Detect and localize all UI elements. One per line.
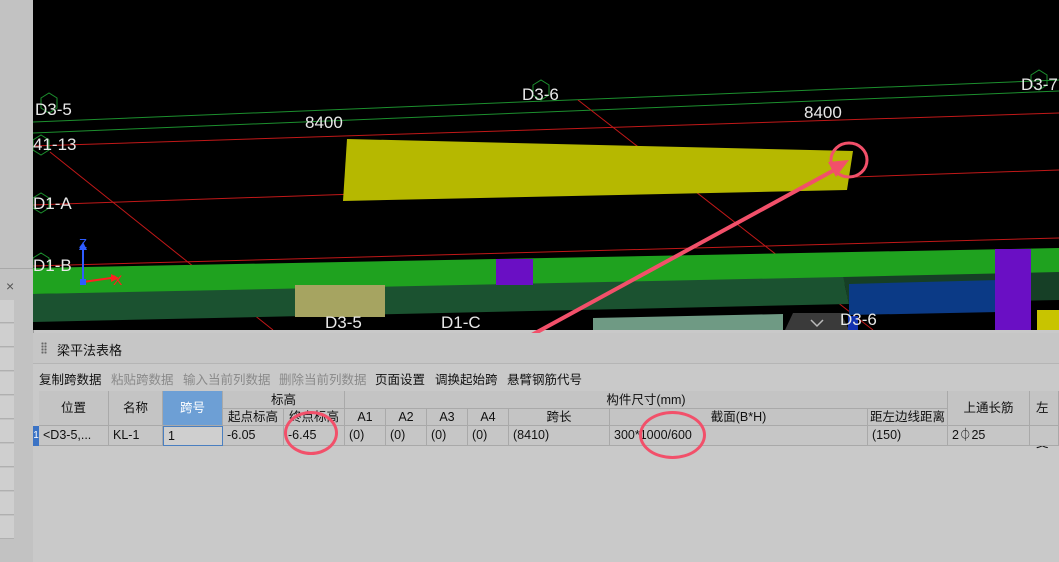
- axis-line: [33, 112, 1059, 147]
- column-purple[interactable]: [995, 249, 1031, 330]
- panel-title: 梁平法表格: [57, 343, 123, 358]
- dock-cell[interactable]: [0, 516, 14, 539]
- panel-toolbar: 复制跨数据 粘贴跨数据 输入当前列数据 删除当前列数据 页面设置 调换起始跨 悬…: [33, 364, 1059, 390]
- header-a4[interactable]: A4: [468, 409, 509, 426]
- beam-table-panel: 梁平法表格 复制跨数据 粘贴跨数据 输入当前列数据 删除当前列数据 页面设置 调…: [33, 333, 1059, 562]
- dock-cell[interactable]: [0, 444, 14, 467]
- cell-a3[interactable]: (0): [427, 426, 468, 446]
- axis-label: D3-5: [325, 313, 362, 330]
- axis-label: D1-B: [33, 256, 72, 275]
- header-name[interactable]: 名称: [109, 391, 163, 426]
- header-a3[interactable]: A3: [427, 409, 468, 426]
- dock-cell[interactable]: [0, 492, 14, 515]
- column-purple[interactable]: [496, 259, 533, 285]
- page-setup-button[interactable]: 页面设置: [375, 369, 425, 388]
- header-span-length[interactable]: 跨长: [509, 409, 610, 426]
- ucs-x-label: X: [113, 272, 123, 288]
- header-a2[interactable]: A2: [386, 409, 427, 426]
- dock-cell[interactable]: [0, 396, 14, 419]
- cell-top-through-rebar[interactable]: 2⏀25: [948, 426, 1030, 446]
- ucs-z-label: Z: [79, 236, 87, 251]
- axis-label: D1-C: [441, 313, 481, 330]
- close-icon[interactable]: ×: [6, 278, 14, 294]
- dock-cell[interactable]: [0, 468, 14, 491]
- panel-titlebar[interactable]: 梁平法表格: [33, 333, 1059, 364]
- copy-span-data-button[interactable]: 复制跨数据: [39, 369, 102, 388]
- dock-cell[interactable]: [0, 372, 14, 395]
- cell-position[interactable]: <D3-5,...: [39, 426, 109, 446]
- slab-edge: [593, 314, 783, 330]
- header-size-group: 构件尺寸(mm): [345, 391, 948, 409]
- delete-column-data-button[interactable]: 删除当前列数据: [279, 369, 367, 388]
- column-yellow[interactable]: [1037, 310, 1059, 330]
- cell-a4[interactable]: (0): [468, 426, 509, 446]
- dock-cell[interactable]: [0, 348, 14, 371]
- cell-span-length[interactable]: (8410): [509, 426, 610, 446]
- axis-label: D1-A: [33, 194, 72, 213]
- dock-cell[interactable]: [0, 324, 14, 347]
- paste-span-data-button[interactable]: 粘贴跨数据: [111, 369, 174, 388]
- ucs-origin: [80, 279, 86, 285]
- axis-label: D3-7: [1021, 75, 1058, 94]
- axis-label: D3-5: [35, 100, 72, 119]
- header-a1[interactable]: A1: [345, 409, 386, 426]
- swap-start-span-button[interactable]: 调换起始跨: [435, 369, 498, 388]
- header-left-distance[interactable]: 距左边线距离: [868, 409, 948, 426]
- header-position[interactable]: 位置: [39, 391, 109, 426]
- drag-grip-icon[interactable]: [41, 342, 47, 354]
- dock-separator: [0, 268, 33, 269]
- beam-table: 位置 名称 跨号 标高 起点标高 终点标高 构件尺寸(mm) A1 A2 A3 …: [33, 391, 1059, 562]
- cell-left-distance[interactable]: (150): [868, 426, 948, 446]
- cell-span-no-input[interactable]: 1: [163, 426, 223, 446]
- beam-selected[interactable]: [343, 139, 853, 201]
- dock-cell[interactable]: [0, 420, 14, 443]
- model-viewport[interactable]: Z X D3-5 D3-6 D3-7 41-13 D1-A D1-B D3-5 …: [33, 0, 1059, 330]
- annotation-circle: [639, 411, 706, 459]
- dimension-label: 8400: [305, 113, 343, 132]
- viewport-canvas[interactable]: Z X D3-5 D3-6 D3-7 41-13 D1-A D1-B D3-5 …: [33, 0, 1059, 330]
- annotation-circle: [284, 411, 338, 455]
- cantilever-rebar-code-button[interactable]: 悬臂钢筋代号: [507, 369, 582, 388]
- header-left-support[interactable]: 左支: [1030, 391, 1059, 450]
- cell-name[interactable]: KL-1: [109, 426, 163, 446]
- axis-label: D3-6: [840, 310, 877, 329]
- header-start-elevation[interactable]: 起点标高: [223, 409, 284, 426]
- cell-a1[interactable]: (0): [345, 426, 386, 446]
- header-elevation-group: 标高: [223, 391, 345, 409]
- left-dock-strip: ×: [0, 0, 34, 562]
- dimension-label: 8400: [804, 103, 842, 122]
- cell-start-elevation[interactable]: -6.05: [223, 426, 284, 446]
- input-column-data-button[interactable]: 输入当前列数据: [183, 369, 271, 388]
- axis-label: D3-6: [522, 85, 559, 104]
- dock-cell[interactable]: [0, 300, 14, 323]
- cell-left-support[interactable]: [1030, 426, 1059, 446]
- header-span-no[interactable]: 跨号: [163, 391, 223, 426]
- cell-a2[interactable]: (0): [386, 426, 427, 446]
- header-top-through-rebar[interactable]: 上通长筋: [948, 391, 1030, 426]
- axis-label: 41-13: [33, 135, 76, 154]
